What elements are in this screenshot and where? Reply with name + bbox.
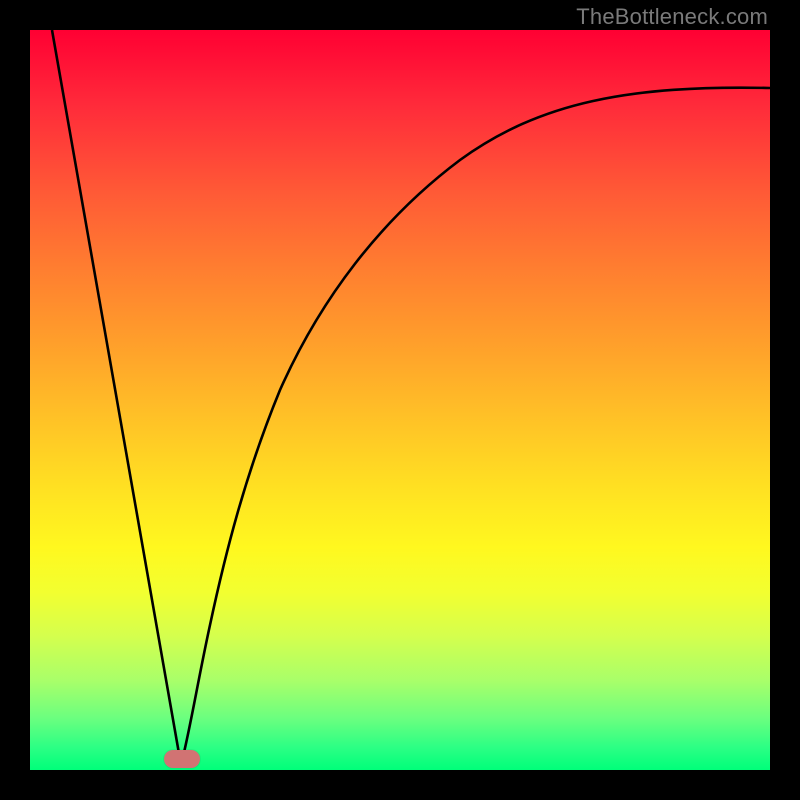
right-curve-path — [181, 88, 770, 765]
trough-marker — [164, 750, 200, 768]
left-line-path — [52, 30, 181, 765]
curve-layer — [30, 30, 770, 770]
plot-area — [30, 30, 770, 770]
watermark-text: TheBottleneck.com — [576, 4, 768, 30]
chart-frame: TheBottleneck.com — [0, 0, 800, 800]
